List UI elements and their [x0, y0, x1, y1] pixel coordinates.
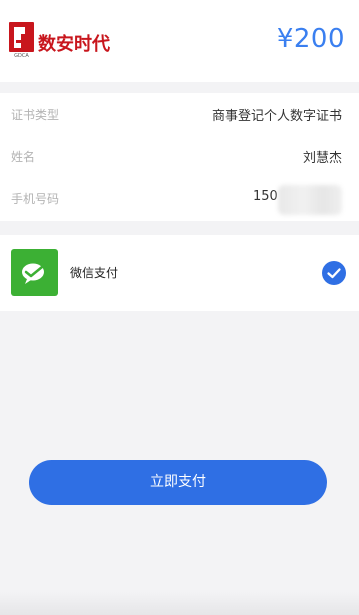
certificate-type-row: 证书类型 商事登记个人数字证书 — [0, 93, 359, 135]
certificate-type-label: 证书类型 — [11, 108, 60, 122]
wechat-pay-icon — [11, 249, 58, 296]
payment-method-wechat[interactable]: 微信支付 — [0, 235, 359, 311]
pay-now-button[interactable]: 立即支付 — [29, 460, 327, 505]
certificate-info-card: 证书类型 商事登记个人数字证书 姓名 刘慧杰 手机号码 150 — [0, 93, 359, 221]
payment-screen: GDCA 数安时代 ¥200 证书类型 商事登记个人数字证书 姓名 刘慧杰 手机… — [0, 0, 359, 615]
name-value: 刘慧杰 — [302, 151, 342, 166]
phone-label: 手机号码 — [11, 192, 60, 206]
certificate-type-value: 商事登记个人数字证书 — [211, 109, 342, 124]
bottom-gradient — [0, 592, 359, 615]
payment-header: GDCA 数安时代 ¥200 — [0, 0, 359, 82]
name-row: 姓名 刘慧杰 — [0, 135, 359, 177]
name-label: 姓名 — [11, 150, 36, 164]
payment-amount: ¥200 — [276, 24, 345, 54]
brand-subtext: GDCA — [14, 53, 29, 59]
selected-check-icon[interactable] — [322, 261, 346, 285]
brand-logo: GDCA 数安时代 — [9, 22, 127, 62]
brand-name: 数安时代 — [38, 34, 110, 55]
phone-value: 150 — [253, 189, 278, 204]
wechat-pay-label: 微信支付 — [70, 266, 119, 280]
phone-mask — [278, 185, 342, 215]
